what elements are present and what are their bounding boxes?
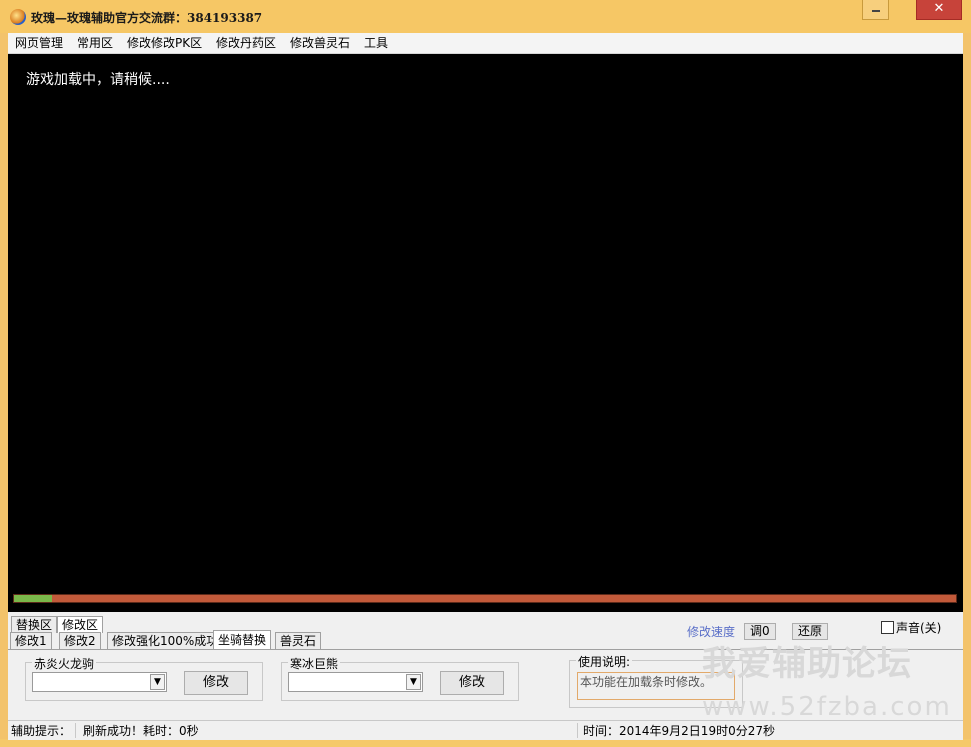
tab-modify-2[interactable]: 修改2 xyxy=(59,632,101,649)
minimize-icon xyxy=(872,10,880,12)
group-ice-bear: 寒冰巨熊 ▼ 修改 xyxy=(281,655,519,701)
menu-item-tools[interactable]: 工具 xyxy=(362,35,390,51)
group-red-flame-dragon-legend: 赤炎火龙驹 xyxy=(32,655,97,672)
menu-bar: 网页管理 常用区 修改修改PK区 修改丹药区 修改兽灵石 工具 xyxy=(8,33,963,54)
status-time: 时间：2014年9月2日19时0分27秒 xyxy=(583,724,775,738)
menu-item-modify-beast-stone[interactable]: 修改兽灵石 xyxy=(288,35,352,51)
tab-modify-1[interactable]: 修改1 xyxy=(10,632,52,649)
tab-mount-replace[interactable]: 坐骑替换 xyxy=(213,630,272,649)
status-hint-label: 辅助提示： xyxy=(11,724,72,738)
menu-item-modify-pk[interactable]: 修改修改PK区 xyxy=(125,35,204,51)
close-icon: ✕ xyxy=(933,1,945,16)
status-divider xyxy=(577,723,578,738)
tab-modify-area[interactable]: 修改区 xyxy=(57,616,104,633)
tab-enhance-100[interactable]: 修改强化100%成功 xyxy=(107,632,224,649)
title-bar[interactable]: 玫瑰—玫瑰辅助官方交流群：384193387 ✕ xyxy=(0,0,971,33)
usage-legend: 使用说明: xyxy=(576,653,633,670)
loading-progress-bar xyxy=(13,594,957,603)
red-flame-dragon-select[interactable]: ▼ xyxy=(32,672,167,692)
close-button[interactable]: ✕ xyxy=(916,0,962,20)
menu-item-common[interactable]: 常用区 xyxy=(75,35,115,51)
window-border-left xyxy=(0,33,8,739)
tab-beast-stone[interactable]: 兽灵石 xyxy=(275,632,322,649)
watermark-url: www.52fzba.com xyxy=(702,692,952,722)
status-message: 刷新成功！耗时：0秒 xyxy=(83,724,199,738)
ice-bear-select[interactable]: ▼ xyxy=(288,672,423,692)
control-panel: 替换区 修改区 修改1 修改2 修改强化100%成功 坐骑替换 兽灵石 修改速度… xyxy=(8,612,963,722)
watermark-title: 我爱辅助论坛 xyxy=(702,644,912,684)
loading-text: 游戏加载中，请稍候.... xyxy=(26,72,170,88)
sound-label: 声音(关) xyxy=(896,621,942,635)
window-title: 玫瑰—玫瑰辅助官方交流群：384193387 xyxy=(31,11,263,25)
tab-replace-area[interactable]: 替换区 xyxy=(11,616,58,633)
group-ice-bear-legend: 寒冰巨熊 xyxy=(288,655,341,672)
minimize-button[interactable] xyxy=(862,0,889,20)
status-bar: 辅助提示： 刷新成功！耗时：0秒 时间：2014年9月2日19时0分27秒 xyxy=(8,720,963,740)
app-window: 玫瑰—玫瑰辅助官方交流群：384193387 ✕ 网页管理 常用区 修改修改PK… xyxy=(0,0,971,747)
loading-progress-fill xyxy=(14,595,52,602)
chevron-down-icon[interactable]: ▼ xyxy=(406,674,421,690)
menu-item-modify-pills[interactable]: 修改丹药区 xyxy=(214,35,278,51)
window-border-right xyxy=(963,33,971,739)
game-viewport[interactable]: 游戏加载中，请稍候.... xyxy=(8,54,963,612)
chevron-down-icon[interactable]: ▼ xyxy=(150,674,165,690)
modify-ice-bear-button[interactable]: 修改 xyxy=(440,671,504,695)
sound-toggle[interactable]: 声音(关) xyxy=(881,619,941,636)
menu-item-web-manage[interactable]: 网页管理 xyxy=(13,35,65,51)
app-logo-icon xyxy=(10,9,26,25)
modify-red-flame-dragon-button[interactable]: 修改 xyxy=(184,671,248,695)
status-divider xyxy=(75,723,76,738)
group-red-flame-dragon: 赤炎火龙驹 ▼ 修改 xyxy=(25,655,263,701)
sound-checkbox[interactable] xyxy=(881,621,894,634)
